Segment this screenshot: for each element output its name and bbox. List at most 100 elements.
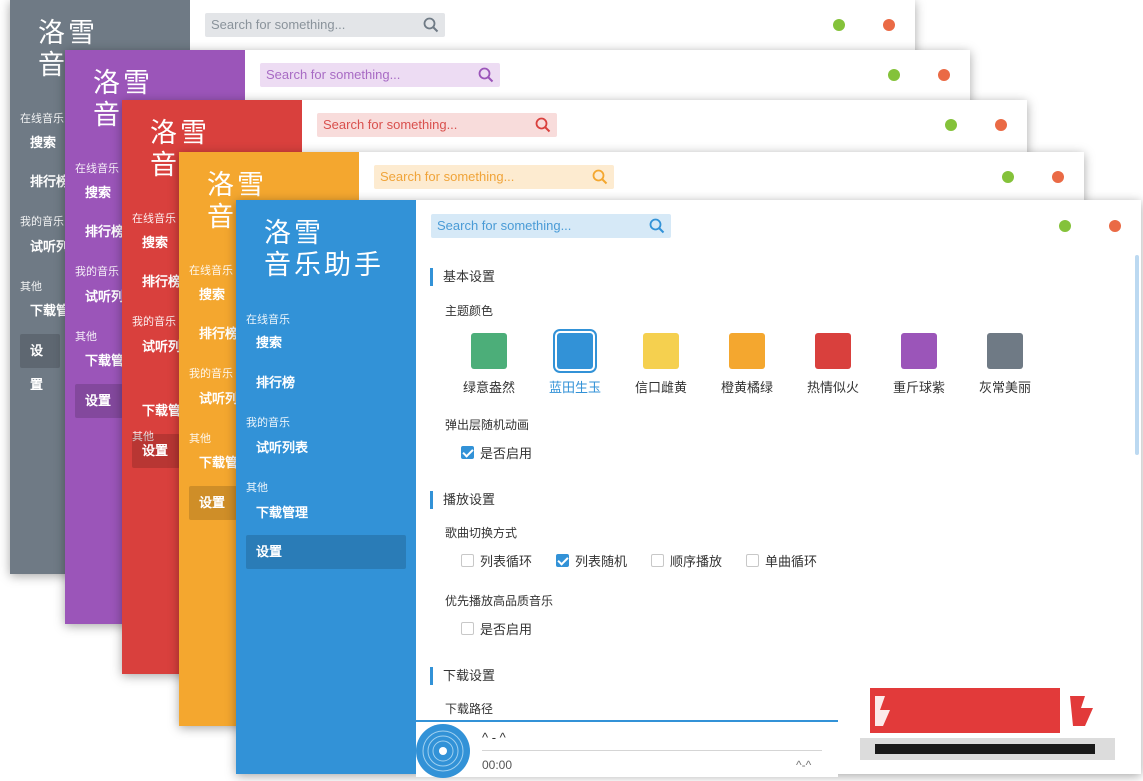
theme-name-purple[interactable]: 重斤球紫 — [879, 377, 959, 396]
app-logo: 洛雪 音乐助手 — [264, 218, 384, 282]
high-quality-checkbox[interactable]: 是否启用 — [461, 619, 532, 638]
checkbox-label: 是否启用 — [480, 446, 533, 461]
theme-name-blue[interactable]: 蓝田生玉 — [535, 377, 615, 396]
high-quality-label: 优先播放高品质音乐 — [445, 594, 554, 608]
album-disc-icon[interactable] — [416, 724, 470, 778]
close-button[interactable] — [883, 19, 895, 31]
section-label-online: 在线音乐 — [189, 265, 233, 277]
section-title-play: 播放设置 — [430, 491, 495, 509]
search-icon[interactable] — [592, 169, 608, 185]
radio-list-random[interactable]: 列表随机 — [556, 551, 627, 570]
theme-name-yellow[interactable]: 信口雌黄 — [621, 377, 701, 396]
section-label-online: 在线音乐 — [75, 163, 119, 175]
radio-sequential[interactable]: 顺序播放 — [651, 551, 722, 570]
theme-swatch-blue[interactable] — [553, 329, 597, 373]
section-label-other: 其他 — [20, 281, 42, 293]
theme-name-green[interactable]: 绿意盎然 — [449, 377, 529, 396]
sidebar-item-search[interactable]: 搜索 — [20, 126, 66, 160]
theme-swatch-red[interactable] — [815, 333, 851, 369]
checkbox-label: 单曲循环 — [765, 554, 818, 569]
close-button[interactable] — [1109, 220, 1121, 232]
switch-mode-label: 歌曲切换方式 — [445, 526, 518, 540]
sidebar-blue: 洛雪 音乐助手 在线音乐 搜索 排行榜 我的音乐 试听列表 其他 下载管理 设置 — [236, 200, 416, 774]
section-label-other: 其他 — [189, 433, 211, 445]
sidebar-item-search[interactable]: 搜索 — [189, 278, 235, 312]
sidebar-item-search[interactable]: 搜索 — [246, 326, 292, 360]
theme-swatch-green[interactable] — [471, 333, 507, 369]
sidebar-item-search[interactable]: 搜索 — [75, 176, 121, 210]
checkbox-box[interactable] — [556, 554, 569, 567]
minimize-button[interactable] — [945, 119, 957, 131]
section-label-other: 其他 — [75, 331, 97, 343]
theme-name-orange[interactable]: 橙黄橘绿 — [707, 377, 787, 396]
close-button[interactable] — [938, 69, 950, 81]
search-placeholder: Search for something... — [380, 169, 515, 184]
checkbox-box[interactable] — [651, 554, 664, 567]
theme-swatch-purple[interactable] — [901, 333, 937, 369]
search-icon[interactable] — [535, 117, 551, 133]
logo-line1: 洛雪 — [207, 170, 267, 201]
search-input[interactable]: Search for something... — [431, 214, 671, 238]
search-input[interactable]: Search for something... — [317, 113, 557, 137]
sidebar-item-playlist[interactable]: 试听列表 — [246, 431, 318, 465]
sidebar-item-settings[interactable]: 设置 — [75, 384, 123, 418]
current-time: 00:00 — [482, 758, 513, 772]
player-bar: ^ - ^ 00:00 ^-^ — [416, 720, 838, 778]
checkbox-box[interactable] — [461, 622, 474, 635]
checkbox-label: 列表循环 — [480, 554, 533, 569]
popup-animation-label: 弹出层随机动画 — [445, 418, 530, 432]
sidebar-item-settings[interactable]: 设置 — [246, 535, 406, 569]
minimize-button[interactable] — [1002, 171, 1014, 183]
section-label-my-music: 我的音乐 — [132, 316, 176, 328]
sidebar-item-settings[interactable]: 设置 — [20, 334, 60, 392]
minimize-button[interactable] — [833, 19, 845, 31]
logo-line1: 洛雪 — [150, 118, 210, 149]
sidebar-item-search[interactable]: 搜索 — [132, 226, 178, 260]
search-placeholder: Search for something... — [437, 218, 572, 233]
search-icon[interactable] — [478, 67, 494, 83]
close-button[interactable] — [995, 119, 1007, 131]
popup-animation-checkbox[interactable]: 是否启用 — [461, 443, 532, 462]
section-label-my-music: 我的音乐 — [246, 417, 290, 429]
search-placeholder: Search for something... — [323, 117, 458, 132]
progress-track[interactable] — [482, 750, 822, 751]
sidebar-item-download[interactable]: 下载管理 — [246, 496, 318, 530]
site-watermark — [845, 688, 1115, 763]
close-button[interactable] — [1052, 171, 1064, 183]
search-icon[interactable] — [423, 17, 439, 33]
logo-line1: 洛雪 — [264, 218, 324, 249]
theme-swatch-gray[interactable] — [987, 333, 1023, 369]
scrollbar[interactable] — [1135, 255, 1139, 455]
search-input[interactable]: Search for something... — [374, 165, 614, 189]
section-label-online: 在线音乐 — [246, 314, 290, 326]
theme-color-label: 主题颜色 — [445, 304, 494, 318]
checkbox-label: 列表随机 — [575, 554, 628, 569]
search-placeholder: Search for something... — [211, 17, 346, 32]
minimize-button[interactable] — [1059, 220, 1071, 232]
sidebar-item-settings[interactable]: 设置 — [132, 434, 180, 468]
section-label-online: 在线音乐 — [20, 113, 64, 125]
theme-swatch-orange[interactable] — [729, 333, 765, 369]
checkbox-box[interactable] — [746, 554, 759, 567]
download-path-label: 下载路径 — [445, 702, 494, 716]
checkbox-box[interactable] — [461, 446, 474, 459]
section-title-basic: 基本设置 — [430, 268, 495, 286]
theme-swatch-yellow[interactable] — [643, 333, 679, 369]
sidebar-item-rank[interactable]: 排行榜 — [246, 366, 305, 400]
section-label-my-music: 我的音乐 — [75, 266, 119, 278]
search-input[interactable]: Search for something... — [260, 63, 500, 87]
theme-name-red[interactable]: 热情似火 — [793, 377, 873, 396]
section-label-my-music: 我的音乐 — [189, 368, 233, 380]
search-icon[interactable] — [649, 218, 665, 234]
theme-name-gray[interactable]: 灰常美丽 — [965, 377, 1045, 396]
minimize-button[interactable] — [888, 69, 900, 81]
radio-single-loop[interactable]: 单曲循环 — [746, 551, 817, 570]
checkbox-label: 顺序播放 — [670, 554, 723, 569]
search-input[interactable]: Search for something... — [205, 13, 445, 37]
song-title: ^ - ^ — [482, 730, 506, 745]
section-label-other: 其他 — [246, 482, 268, 494]
sidebar-item-settings[interactable]: 设置 — [189, 486, 237, 520]
section-label-online: 在线音乐 — [132, 213, 176, 225]
checkbox-box[interactable] — [461, 554, 474, 567]
radio-list-loop[interactable]: 列表循环 — [461, 551, 532, 570]
